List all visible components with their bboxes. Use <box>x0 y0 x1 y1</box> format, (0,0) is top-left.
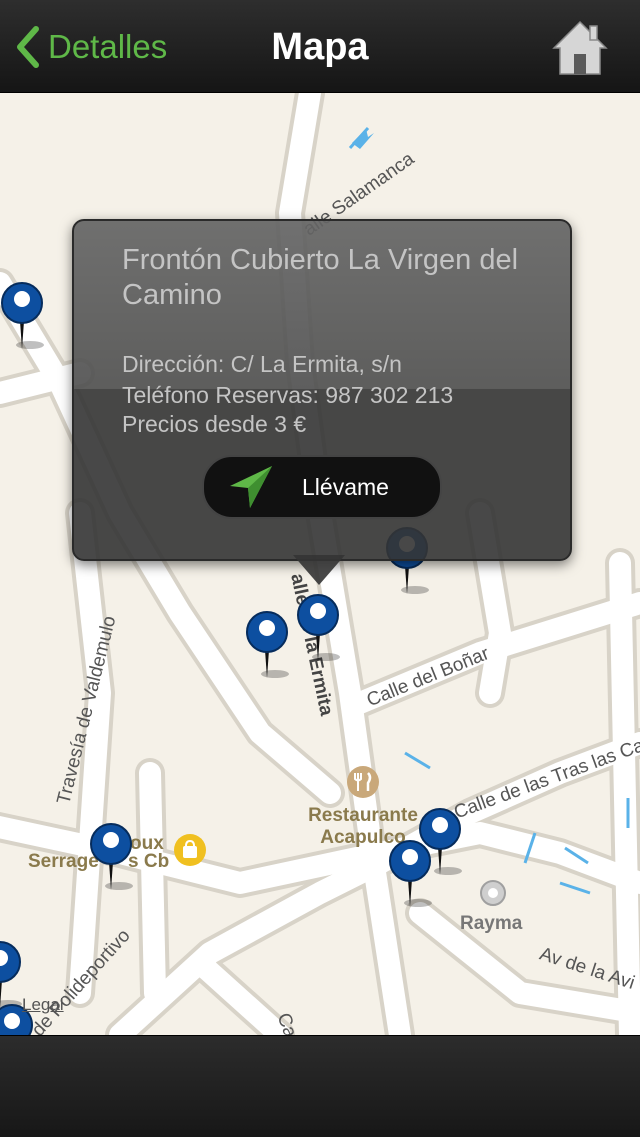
poi-serrage-suffix: s Cb <box>128 851 170 872</box>
fork-knife-icon <box>347 766 379 798</box>
callout-address: Dirección: C/ La Ermita, s/n <box>122 351 402 377</box>
callout-pointer <box>293 555 345 585</box>
bottom-toolbar <box>0 1035 640 1137</box>
take-me-button[interactable]: Llévame <box>202 455 442 519</box>
location-callout: Frontón Cubierto La Virgen del Camino Di… <box>72 219 572 561</box>
home-icon <box>552 20 608 75</box>
take-me-label: Llévame <box>302 474 389 500</box>
map-pin[interactable] <box>0 940 22 1012</box>
navigation-bar: Detalles Mapa <box>0 0 640 93</box>
poi-rayma-label: Rayma <box>460 913 523 934</box>
map-pin[interactable] <box>296 593 340 665</box>
page-title: Mapa <box>271 26 369 68</box>
navigation-arrow-icon <box>230 466 272 508</box>
map-pin[interactable] <box>388 839 432 911</box>
callout-price: Precios desde 3 € <box>122 411 307 437</box>
map-pin[interactable] <box>89 822 133 894</box>
map-pin[interactable] <box>0 281 44 353</box>
map-pin[interactable] <box>245 610 289 682</box>
legal-link[interactable]: Legal <box>22 995 64 1015</box>
callout-title: Frontón Cubierto La Virgen del Camino <box>122 244 519 311</box>
callout-phone: Teléfono Reservas: 987 302 213 <box>122 382 454 408</box>
home-button[interactable] <box>552 18 608 76</box>
shopping-bag-icon <box>174 834 206 866</box>
